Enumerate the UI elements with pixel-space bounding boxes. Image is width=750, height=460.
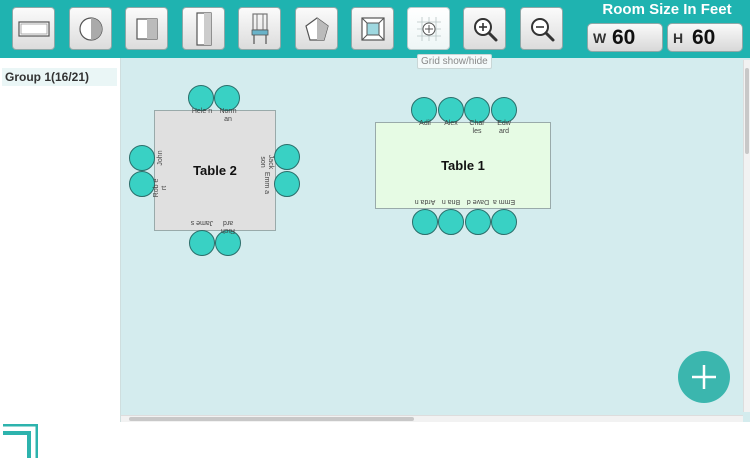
square-table-tool[interactable] [125,7,168,50]
guest-name: Dave d [466,198,490,205]
rectangle-table-tool[interactable] [12,7,55,50]
seat[interactable] [274,144,300,170]
seat[interactable] [438,209,464,235]
guest-name: John [157,150,164,166]
guest-name: Norm an [219,108,237,123]
width-label: W [593,30,607,46]
zoom-out-tool[interactable] [520,7,563,50]
seat[interactable] [491,209,517,235]
zoom-out-icon [530,17,554,41]
height-label: H [673,30,684,46]
width-value: 60 [612,26,636,49]
fit-screen-icon [360,16,385,41]
pentagon-icon [304,16,329,41]
square-table-icon [135,17,158,40]
grid-icon [416,16,441,41]
seat[interactable] [129,145,155,171]
seat[interactable] [412,209,438,235]
guest-name: Alex [444,120,458,127]
guest-name: Rob e rt [153,178,168,198]
seat[interactable] [274,171,300,197]
table-label: Table 2 [193,163,237,178]
fit-to-screen-tool[interactable] [351,7,394,50]
seat[interactable] [465,209,491,235]
room-height-field[interactable]: H 60 [667,23,743,52]
toolbar: Room Size In Feet W 60 H 60 [0,0,750,58]
round-table-icon [78,16,103,41]
table-label: Table 1 [441,158,485,173]
group-sidebar: Group 1(16/21) [0,58,121,458]
table-1[interactable]: Table 1 [375,122,551,209]
plus-icon [692,365,716,389]
seat[interactable] [189,230,215,256]
guest-name: Emm a [492,198,516,205]
chair-tool[interactable] [238,7,281,50]
room-width-field[interactable]: W 60 [587,23,663,52]
zoom-in-tool[interactable] [463,7,506,50]
grid-tooltip: Grid show/hide [417,54,492,69]
zoom-in-icon [473,17,497,41]
guest-name: Rich ard [221,219,236,234]
horizontal-scrollbar[interactable] [121,415,743,422]
guest-name: Hele n [191,108,213,115]
add-button[interactable] [678,351,730,403]
corner-resize-icon[interactable] [2,424,38,460]
grid-toggle-tool[interactable] [407,7,450,50]
vertical-scroll-thumb[interactable] [745,68,749,154]
vertical-scrollbar[interactable] [743,60,750,412]
height-value: 60 [692,26,716,49]
guest-name: Edw ard [497,120,511,135]
pentagon-table-tool[interactable] [295,7,338,50]
seat[interactable] [129,171,155,197]
guest-name: Char les [469,120,485,135]
guest-name: Adil [419,120,431,127]
guest-name: Jame s [190,219,214,226]
horizontal-scroll-thumb[interactable] [129,417,414,421]
guest-name: Emm a [263,171,270,195]
guest-name: Arda n [414,198,436,205]
room-size-title: Room Size In Feet [602,1,732,18]
chair-icon [251,12,268,44]
round-table-tool[interactable] [69,7,112,50]
group-list-item[interactable]: Group 1(16/21) [2,68,117,86]
guest-name: Bria n [441,198,461,205]
rectangle-table-icon [17,20,50,37]
long-table-tool[interactable] [182,7,225,50]
floor-plan-canvas[interactable]: Table 2 Hele n Norm an Jack son Emm a Ri… [121,58,750,422]
long-table-icon [195,11,212,46]
